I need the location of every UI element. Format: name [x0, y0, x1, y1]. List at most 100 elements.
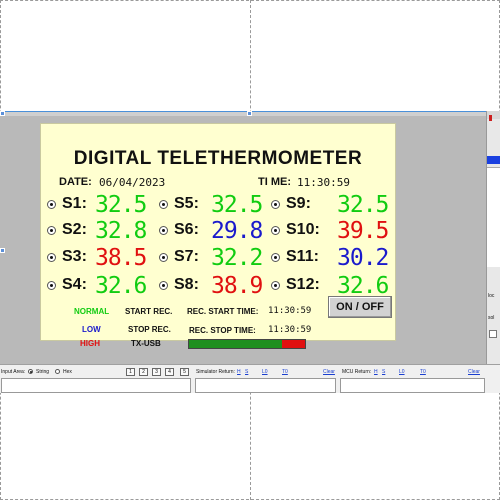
sensor-radio[interactable]: [271, 226, 280, 235]
legend-low: LOW: [82, 325, 101, 334]
sensor-value: 32.5: [211, 192, 263, 218]
sensor-radio[interactable]: [159, 226, 168, 235]
string-radio[interactable]: [28, 369, 33, 374]
selection-handle[interactable]: [247, 111, 252, 116]
hex-radio[interactable]: [55, 369, 60, 374]
sensor-radio[interactable]: [47, 226, 56, 235]
sensor-s3[interactable]: S3: 38.5: [47, 245, 157, 271]
sensor-s4[interactable]: S4: 32.6: [47, 273, 157, 299]
sim-h-link[interactable]: H: [237, 369, 241, 375]
sensor-value: 39.5: [337, 218, 389, 244]
sensor-s9[interactable]: S9: 32.5: [271, 192, 393, 218]
rec-start-time-label: REC. START TIME:: [187, 307, 259, 316]
page: DIGITAL TELETHERMOMETER DATE: 06/04/2023…: [0, 0, 500, 500]
mcu-clear-link[interactable]: Clear: [468, 369, 480, 375]
sensor-name: S11:: [286, 248, 319, 265]
simulator-window: DIGITAL TELETHERMOMETER DATE: 06/04/2023…: [0, 111, 500, 393]
on-off-button[interactable]: ON / OFF: [328, 296, 392, 318]
sensor-name: S6:: [174, 221, 199, 238]
sensor-value: 32.5: [95, 192, 147, 218]
sensor-s7[interactable]: S7: 32.2: [159, 245, 274, 271]
stop-rec-button[interactable]: STOP REC.: [128, 325, 171, 334]
guide-line-top: [0, 0, 500, 1]
side-item: sol: [488, 315, 495, 321]
bottom-toolbar: Input Area: String Hex 1 2 3 4 5 Simulat…: [0, 364, 500, 393]
sensor-name: S12:: [286, 276, 320, 293]
up-arrow-icon[interactable]: [489, 115, 492, 121]
sensor-value: 32.5: [337, 192, 389, 218]
sensor-radio[interactable]: [159, 253, 168, 262]
hex-label: Hex: [63, 369, 72, 375]
sensor-radio[interactable]: [271, 200, 280, 209]
tx-usb-button[interactable]: TX-USB: [131, 339, 161, 348]
legend-high: HIGH: [80, 339, 100, 348]
input-slot-button[interactable]: 5: [180, 368, 189, 376]
rec-stop-time-value: 11:30:59: [268, 325, 312, 335]
rec-stop-time-label: REC. STOP TIME:: [189, 326, 256, 335]
rec-start-time-value: 11:30:59: [268, 306, 312, 316]
sensor-radio[interactable]: [159, 281, 168, 290]
simulator-return-label: Simulator Return:: [196, 369, 235, 375]
date-label: DATE:: [59, 176, 92, 188]
sensor-s5[interactable]: S5: 32.5: [159, 192, 274, 218]
mcu-h-link[interactable]: H: [374, 369, 378, 375]
sensor-value: 32.6: [95, 273, 147, 299]
input-textbox[interactable]: [1, 378, 191, 393]
lcd-display-panel: DIGITAL TELETHERMOMETER DATE: 06/04/2023…: [40, 123, 396, 349]
progress-remaining: [281, 340, 305, 348]
sensor-s6[interactable]: S6: 29.8: [159, 218, 274, 244]
sensor-s2[interactable]: S2: 32.8: [47, 218, 157, 244]
sensor-name: S8:: [174, 276, 199, 293]
sim-clear-link[interactable]: Clear: [323, 369, 335, 375]
sensor-value: 38.5: [95, 245, 147, 271]
sim-t0-link[interactable]: T0: [282, 369, 288, 375]
mcu-return-box[interactable]: [340, 378, 485, 393]
sim-l0-link[interactable]: L0: [262, 369, 268, 375]
input-slot-button[interactable]: 2: [139, 368, 148, 376]
sensor-value: 29.8: [211, 218, 263, 244]
sensor-s11[interactable]: S11: 30.2: [271, 245, 393, 271]
side-list[interactable]: [487, 167, 500, 267]
sensor-name: S3:: [62, 248, 87, 265]
mcu-l0-link[interactable]: L0: [399, 369, 405, 375]
input-slot-button[interactable]: 3: [152, 368, 161, 376]
sensor-name: S7:: [174, 248, 199, 265]
simulator-return-box[interactable]: [195, 378, 336, 393]
sim-s-link[interactable]: S: [245, 369, 248, 375]
sensor-s8[interactable]: S8: 38.9: [159, 273, 274, 299]
mcu-return-label: MCU Return:: [342, 369, 372, 375]
sensor-name: S5:: [174, 195, 199, 212]
selection-handle[interactable]: [0, 248, 5, 253]
sensor-name: S1:: [62, 195, 87, 212]
sensor-radio[interactable]: [271, 281, 280, 290]
sensor-radio[interactable]: [47, 200, 56, 209]
sensor-radio[interactable]: [47, 281, 56, 290]
selection-handle[interactable]: [0, 111, 5, 116]
display-title: DIGITAL TELETHERMOMETER: [73, 148, 363, 169]
start-rec-button[interactable]: START REC.: [125, 307, 172, 316]
sensor-s1[interactable]: S1: 32.5: [47, 192, 157, 218]
sensor-name: S9:: [286, 195, 311, 212]
sensor-value: 32.2: [211, 245, 263, 271]
mcu-t0-link[interactable]: T0: [420, 369, 426, 375]
selected-row-highlight: [487, 156, 500, 164]
side-checkbox[interactable]: [489, 330, 497, 338]
sensor-name: S2:: [62, 221, 87, 238]
sensor-radio[interactable]: [47, 253, 56, 262]
sensor-name: S4:: [62, 276, 87, 293]
sensor-radio[interactable]: [159, 200, 168, 209]
time-value: 11:30:59: [297, 176, 350, 189]
side-item: loc: [488, 293, 495, 299]
sensor-s10[interactable]: S10: 39.5: [271, 218, 393, 244]
sensor-value: 38.9: [211, 273, 263, 299]
sensor-value: 32.8: [95, 218, 147, 244]
sensor-name: S10:: [286, 221, 320, 238]
sensor-radio[interactable]: [271, 253, 280, 262]
input-slot-button[interactable]: 4: [165, 368, 174, 376]
string-label: String: [36, 369, 50, 375]
input-area-label: Input Area:: [1, 369, 26, 375]
date-value: 06/04/2023: [99, 176, 166, 189]
mcu-s-link[interactable]: S: [382, 369, 385, 375]
input-slot-button[interactable]: 1: [126, 368, 135, 376]
recording-progress-bar: [188, 339, 306, 349]
